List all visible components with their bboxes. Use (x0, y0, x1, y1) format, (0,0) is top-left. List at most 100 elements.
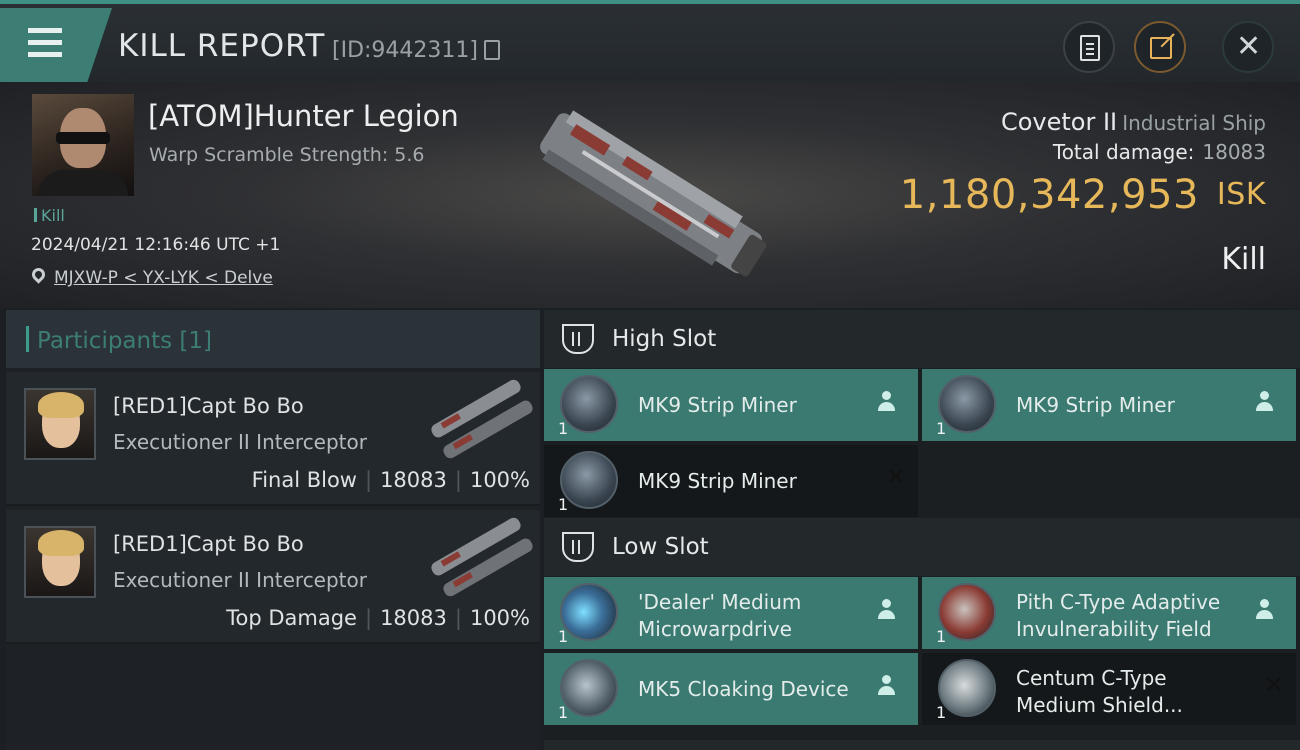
ship-type-line: Covetor II Industrial Ship (1001, 108, 1266, 136)
participant-hair (38, 392, 84, 418)
module-item[interactable]: 1 MK9 Strip Miner (544, 369, 918, 441)
document-icon (1080, 35, 1100, 61)
kill-datetime: 2024/04/21 12:16:46 UTC +1 (31, 235, 281, 255)
ship-name[interactable]: Covetor II (1001, 108, 1117, 136)
report-details-button[interactable] (1063, 21, 1115, 73)
victim-name[interactable]: [ATOM]Hunter Legion (148, 99, 459, 133)
shield-icon (938, 583, 996, 641)
close-icon: ✕ (1236, 29, 1262, 64)
participant-hair (38, 530, 84, 556)
share-button[interactable] (1134, 21, 1186, 73)
module-name: 'Dealer' Medium Microwarpdrive (638, 589, 801, 643)
top-bar: KILL REPORT [ID:9442311] ✕ (0, 0, 1300, 82)
person-body (1256, 610, 1273, 619)
high-slot-title: High Slot (612, 326, 717, 352)
destroyed-x-icon: ✕ (1263, 671, 1284, 699)
victim-avatar[interactable] (32, 94, 134, 196)
isk-unit: ISK (1216, 177, 1266, 212)
mid-slot-header-partial (544, 740, 1300, 750)
location-link[interactable]: MJXW-P < YX-LYK < Delve (54, 268, 273, 288)
module-name: Centum C-Type Medium Shield... (1016, 665, 1183, 719)
total-damage-value: 18083 (1202, 140, 1266, 164)
high-slot-icon (562, 324, 594, 354)
person-body (878, 402, 895, 411)
participant-stats: Final Blow | 18083 | 100% (252, 468, 530, 492)
person-head (1260, 391, 1269, 400)
participant-card[interactable]: [RED1]Capt Bo Bo Executioner II Intercep… (6, 510, 540, 644)
person-body (878, 610, 895, 619)
participant-role: Top Damage (226, 606, 357, 630)
module-name: MK9 Strip Miner (638, 393, 797, 417)
participant-ship-image (431, 379, 533, 459)
strip-miner-icon (560, 451, 618, 509)
participant-percent: 100% (469, 468, 530, 492)
kill-tag-label: Kill (41, 206, 65, 225)
tag-marker (34, 208, 37, 222)
person-head (882, 391, 891, 400)
total-damage-label: Total damage: (1052, 140, 1195, 164)
strip-miner-icon (938, 375, 996, 433)
isk-amount: 1,180,342,953 (899, 172, 1199, 218)
microwarpdrive-icon (560, 583, 618, 641)
participants-count: [1] (179, 328, 213, 354)
menu-icon (28, 28, 62, 33)
module-name-line: Medium Shield... (1016, 693, 1183, 717)
person-icon (878, 391, 895, 413)
close-button[interactable]: ✕ (1222, 21, 1274, 73)
low-slot-header: Low Slot (544, 518, 1300, 576)
module-item[interactable]: 1 MK9 Strip Miner ✕ (544, 445, 918, 517)
person-icon (878, 599, 895, 621)
avatar-glasses (56, 132, 110, 144)
module-quantity: 1 (558, 495, 569, 514)
module-quantity: 1 (558, 419, 569, 438)
participant-role: Final Blow (251, 468, 357, 492)
separator: | (454, 606, 462, 630)
report-id: [ID:9442311] (332, 38, 478, 63)
module-name-line: Centum C-Type (1016, 666, 1167, 690)
destroyed-x-icon: ✕ (885, 463, 906, 491)
participants-title-text: Participants (37, 328, 173, 354)
module-item[interactable]: 1 MK9 Strip Miner (922, 369, 1296, 441)
participant-name[interactable]: [RED1]Capt Bo Bo (113, 532, 304, 556)
title-marker (26, 326, 29, 352)
shield-icon (938, 659, 996, 717)
module-name: MK5 Cloaking Device (638, 677, 849, 701)
module-item[interactable]: 1 Centum C-Type Medium Shield... ✕ (922, 653, 1296, 725)
strip-miner-icon (560, 375, 618, 433)
result-label: Kill (1221, 242, 1266, 277)
separator: | (454, 468, 462, 492)
module-quantity: 1 (936, 419, 947, 438)
person-icon (1256, 391, 1273, 413)
module-item[interactable]: 1 'Dealer' Medium Microwarpdrive (544, 577, 918, 649)
kill-tag: Kill (34, 206, 65, 225)
person-icon (1256, 599, 1273, 621)
separator: | (364, 468, 373, 492)
participants-title: Participants [1] (26, 326, 212, 354)
warp-scramble-strength: Warp Scramble Strength: 5.6 (149, 144, 425, 166)
participants-header: Participants [1] (6, 310, 540, 368)
module-name: MK9 Strip Miner (1016, 393, 1175, 417)
menu-button[interactable] (0, 8, 112, 82)
participant-name[interactable]: [RED1]Capt Bo Bo (113, 394, 304, 418)
module-name: MK9 Strip Miner (638, 469, 797, 493)
module-quantity: 1 (936, 703, 947, 722)
person-head (882, 599, 891, 608)
module-name-line: Pith C-Type Adaptive (1016, 590, 1221, 614)
participant-percent: 100% (469, 606, 530, 630)
person-body (878, 686, 895, 695)
participant-avatar[interactable] (24, 388, 96, 460)
participant-avatar[interactable] (24, 526, 96, 598)
module-item[interactable]: 1 Pith C-Type Adaptive Invulnerability Fi… (922, 577, 1296, 649)
copy-icon[interactable] (484, 40, 500, 60)
ship-class: Industrial Ship (1122, 111, 1266, 135)
kill-header: [ATOM]Hunter Legion Warp Scramble Streng… (0, 82, 1300, 308)
participant-ship-image (431, 517, 533, 597)
participant-card[interactable]: [RED1]Capt Bo Bo Executioner II Intercep… (6, 372, 540, 506)
module-quantity: 1 (558, 627, 569, 646)
module-name: Pith C-Type Adaptive Invulnerability Fiel… (1016, 589, 1220, 643)
person-head (882, 675, 891, 684)
participant-stats: Top Damage | 18083 | 100% (226, 606, 530, 630)
module-quantity: 1 (936, 627, 947, 646)
menu-icon-bar (28, 40, 62, 45)
module-item[interactable]: 1 MK5 Cloaking Device (544, 653, 918, 725)
